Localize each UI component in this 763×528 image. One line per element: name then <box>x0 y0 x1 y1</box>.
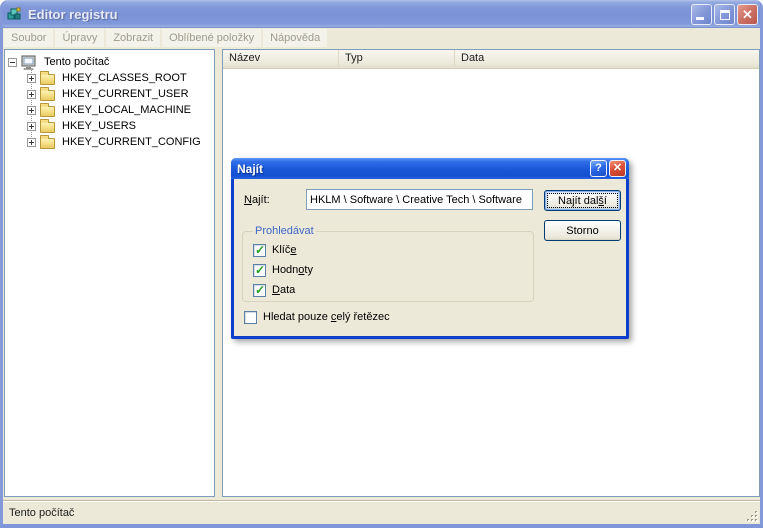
folder-icon <box>40 134 55 149</box>
maximize-icon <box>720 9 730 20</box>
tree-item-label: HKEY_CURRENT_CONFIG <box>62 136 201 148</box>
tree-item-label: Tento počítač <box>44 56 110 68</box>
column-header-nazev[interactable]: Název <box>223 50 339 69</box>
tree-item-label: HKEY_LOCAL_MACHINE <box>62 104 191 116</box>
find-dialog-body: Najít: Najít další Storno Prohledávat ✓ … <box>234 179 626 333</box>
tree-item-hkey-local-machine[interactable]: HKEY_LOCAL_MACHINE <box>5 102 214 118</box>
expand-icon[interactable] <box>27 121 36 131</box>
expand-icon[interactable] <box>27 137 36 147</box>
help-icon: ? <box>595 162 602 174</box>
checkbox-row-whole-string[interactable]: Hledat pouze celý řetězec <box>244 308 390 326</box>
collapse-icon[interactable] <box>8 57 17 67</box>
cancel-button[interactable]: Storno <box>544 220 621 241</box>
tree-item-hkey-users[interactable]: HKEY_USERS <box>5 118 214 134</box>
folder-icon <box>40 118 55 133</box>
tree-item-hkey-classes-root[interactable]: HKEY_CLASSES_ROOT <box>5 70 214 86</box>
menu-item-upravy[interactable]: Úpravy <box>55 29 105 47</box>
checkbox-row-data[interactable]: ✓ Data <box>253 281 525 299</box>
folder-icon <box>40 70 55 85</box>
checkbox-checked-icon[interactable]: ✓ <box>253 243 266 257</box>
window-titlebar[interactable]: Editor registru ✕ <box>3 0 760 28</box>
search-scope-groupbox: Prohledávat ✓ Klíče ✓ Hodnoty ✓ Data <box>242 225 534 302</box>
tree-item-computer[interactable]: Tento počítač <box>5 54 214 70</box>
tree-item-hkey-current-config[interactable]: HKEY_CURRENT_CONFIG <box>5 134 214 150</box>
checkbox-checked-icon[interactable]: ✓ <box>253 283 266 297</box>
close-icon: ✕ <box>612 162 623 174</box>
checkbox-row-values[interactable]: ✓ Hodnoty <box>253 261 525 279</box>
menu-item-zobrazit[interactable]: Zobrazit <box>106 29 161 47</box>
registry-app-icon <box>6 5 24 23</box>
checkbox-row-keys[interactable]: ✓ Klíče <box>253 241 525 259</box>
tree-item-label: HKEY_CURRENT_USER <box>62 88 189 100</box>
tree-item-hkey-current-user[interactable]: HKEY_CURRENT_USER <box>5 86 214 102</box>
maximize-button[interactable] <box>714 3 735 25</box>
window-title: Editor registru <box>28 6 118 22</box>
list-header: Název Typ Data <box>223 50 759 69</box>
find-dialog-title: Najít <box>237 161 264 176</box>
close-icon: ✕ <box>742 6 753 22</box>
menu-item-napoveda[interactable]: Nápověda <box>263 29 328 47</box>
groupbox-title: Prohledávat <box>255 225 314 237</box>
find-label: Najít: <box>244 194 270 206</box>
expand-icon[interactable] <box>27 73 36 83</box>
registry-editor-window: Editor registru ✕ Soubor Úpravy Zobrazit… <box>0 0 763 528</box>
checkbox-label: Klíče <box>272 244 297 256</box>
help-button[interactable]: ? <box>590 160 607 177</box>
checkbox-label: Data <box>272 284 296 296</box>
menu-item-oblibene-polozky[interactable]: Oblíbené položky <box>162 29 262 47</box>
find-next-button[interactable]: Najít další <box>544 190 621 211</box>
find-dialog-titlebar[interactable]: Najít ? ✕ <box>231 158 629 179</box>
folder-icon <box>40 86 55 101</box>
checkbox-checked-icon[interactable]: ✓ <box>253 263 266 277</box>
expand-icon[interactable] <box>27 105 36 115</box>
folder-icon <box>40 102 55 117</box>
column-header-typ[interactable]: Typ <box>339 50 455 69</box>
find-dialog: Najít ? ✕ Najít: Najít další Storno Proh… <box>231 158 629 339</box>
registry-tree-panel[interactable]: Tento počítač HKEY_CLASSES_ROOT HKEY_CUR… <box>4 49 215 497</box>
checkbox-label: Hodnoty <box>272 264 313 276</box>
status-text: Tento počítač <box>9 506 75 519</box>
minimize-icon <box>696 16 704 20</box>
resize-grip[interactable] <box>745 509 759 523</box>
tree-item-label: HKEY_CLASSES_ROOT <box>62 72 187 84</box>
checkbox-label: Hledat pouze celý řetězec <box>263 311 390 323</box>
checkbox-unchecked-icon[interactable] <box>244 310 257 324</box>
close-window-button[interactable]: ✕ <box>737 3 758 25</box>
status-bar: Tento počítač <box>3 500 760 524</box>
minimize-button[interactable] <box>691 3 712 25</box>
menu-item-soubor[interactable]: Soubor <box>4 29 54 47</box>
computer-icon <box>21 55 38 70</box>
expand-icon[interactable] <box>27 89 36 99</box>
column-header-data[interactable]: Data <box>455 50 759 69</box>
find-input[interactable] <box>306 189 533 210</box>
menu-bar: Soubor Úpravy Zobrazit Oblíbené položky … <box>3 28 760 48</box>
tree-item-label: HKEY_USERS <box>62 120 136 132</box>
dialog-close-button[interactable]: ✕ <box>609 160 626 177</box>
